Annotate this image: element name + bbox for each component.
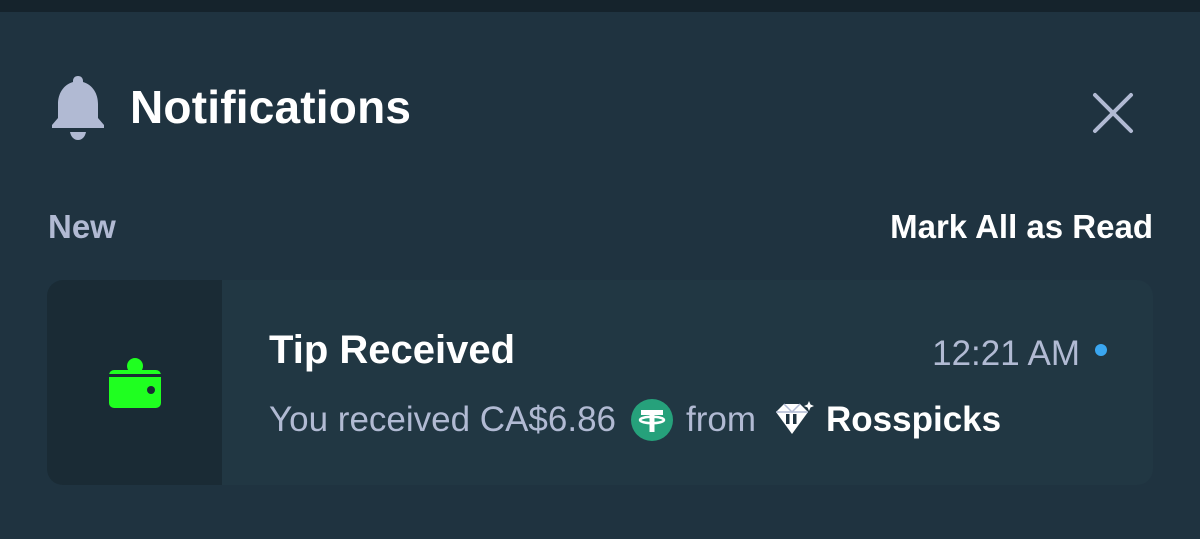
vip-diamond-icon bbox=[776, 401, 815, 434]
panel-title: Notifications bbox=[130, 81, 412, 133]
mark-all-read-button[interactable]: Mark All as Read bbox=[890, 208, 1153, 246]
notification-body: Tip Received 12:21 AM You received CA$6.… bbox=[222, 280, 1153, 485]
message-from-text: from bbox=[686, 400, 757, 439]
wallet-icon bbox=[108, 357, 161, 408]
notification-item[interactable]: Tip Received 12:21 AM You received CA$6.… bbox=[47, 280, 1153, 485]
sender-username[interactable]: Rosspicks bbox=[826, 400, 1001, 440]
notification-icon-box bbox=[47, 280, 222, 485]
panel-header: Notifications bbox=[48, 72, 411, 142]
notification-title: Tip Received bbox=[269, 328, 516, 372]
notifications-panel: Notifications New Mark All as Read Tip R… bbox=[0, 12, 1200, 539]
section-label-new: New bbox=[48, 208, 116, 245]
close-icon bbox=[1093, 93, 1133, 133]
notification-message: You received CA$6.86 from Rosspicks bbox=[269, 398, 1001, 442]
top-strip bbox=[0, 0, 1200, 12]
bell-icon bbox=[52, 76, 104, 140]
unread-indicator bbox=[1095, 344, 1107, 356]
close-button[interactable] bbox=[1086, 86, 1140, 140]
tether-icon bbox=[631, 399, 674, 441]
message-amount-text: You received CA$6.86 bbox=[269, 400, 617, 439]
notification-time: 12:21 AM bbox=[932, 334, 1080, 373]
